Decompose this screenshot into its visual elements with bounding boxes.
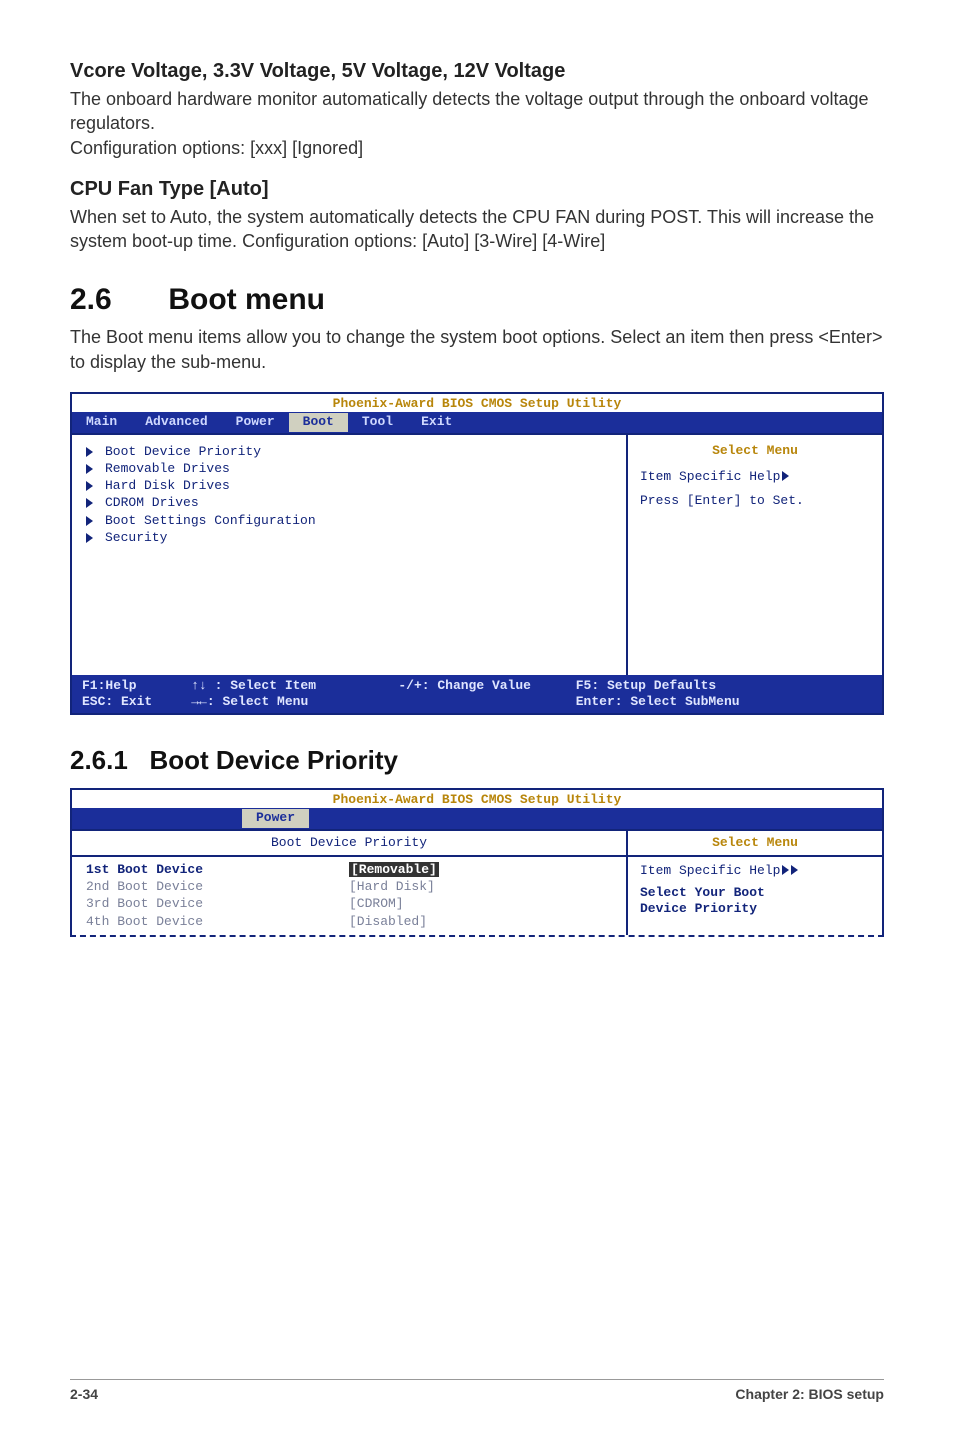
item-hard-disk-drives[interactable]: Hard Disk Drives: [86, 478, 612, 494]
row-label: 3rd Boot Device: [86, 896, 349, 912]
item-label: Security: [105, 530, 167, 546]
item-hint1: Select Your Boot: [640, 885, 870, 901]
arrow-icon: [86, 464, 93, 474]
item-boot-settings-config[interactable]: Boot Settings Configuration: [86, 513, 612, 529]
subsection-title: Boot Device Priority: [150, 745, 399, 775]
panel-title: Boot Device Priority: [72, 831, 626, 857]
subsection-heading: 2.6.1 Boot Device Priority: [70, 745, 884, 776]
row-label: 1st Boot Device: [86, 862, 349, 878]
chapter-label: Chapter 2: BIOS setup: [735, 1386, 884, 1402]
esc-exit: ESC: Exit: [82, 694, 152, 709]
arrow-icon: [86, 481, 93, 491]
f5-defaults: F5: Setup Defaults: [576, 678, 716, 693]
row-label: 2nd Boot Device: [86, 879, 349, 895]
row-2nd-boot[interactable]: 2nd Boot Device [Hard Disk]: [72, 879, 626, 895]
section-title: Boot menu: [168, 283, 325, 316]
item-label: Boot Device Priority: [105, 444, 261, 460]
select-menu-label: Select Menu: [640, 443, 870, 459]
arrow-icon: [782, 865, 789, 875]
bios1-right-panel: Select Menu Item Specific Help Press [En…: [628, 435, 882, 675]
item-boot-device-priority[interactable]: Boot Device Priority: [86, 444, 612, 460]
vcore-para: The onboard hardware monitor automatical…: [70, 87, 884, 160]
tab-boot[interactable]: Boot: [289, 413, 348, 431]
tab-tool[interactable]: Tool: [348, 413, 407, 431]
section-intro: The Boot menu items allow you to change …: [70, 325, 884, 374]
arrow-icon: [86, 533, 93, 543]
item-help-label: Item Specific Help: [640, 863, 870, 879]
bios1-footer: F1:Help ↑↓ : Select Item ESC: Exit →←: S…: [72, 675, 882, 714]
bios1-left-panel: Boot Device Priority Removable Drives Ha…: [72, 435, 628, 675]
cpufan-heading: CPU Fan Type [Auto]: [70, 178, 884, 201]
bios2-tabs: Power: [72, 808, 882, 828]
item-hint2: Device Priority: [640, 901, 870, 917]
change-value-hint: -/+: Change Value: [398, 678, 531, 693]
row-value: [CDROM]: [349, 896, 612, 912]
select-menu-label: Select Menu: [628, 831, 882, 857]
bios-boot-menu: Phoenix-Award BIOS CMOS Setup Utility Ma…: [70, 392, 884, 715]
arrow-icon: [782, 471, 789, 481]
vcore-text: The onboard hardware monitor automatical…: [70, 89, 869, 133]
enter-submenu: Enter: Select SubMenu: [576, 694, 740, 709]
select-item-hint: ↑↓ : Select Item: [191, 678, 316, 693]
row-value: [Disabled]: [349, 914, 612, 930]
row-1st-boot[interactable]: 1st Boot Device [Removable]: [72, 862, 626, 878]
bios2-title: Phoenix-Award BIOS CMOS Setup Utility: [72, 790, 882, 808]
item-cdrom-drives[interactable]: CDROM Drives: [86, 495, 612, 511]
row-3rd-boot[interactable]: 3rd Boot Device [CDROM]: [72, 896, 626, 912]
f1-help: F1:Help: [82, 678, 137, 693]
item-label: Hard Disk Drives: [105, 478, 230, 494]
bios-boot-device-priority: Phoenix-Award BIOS CMOS Setup Utility Po…: [70, 788, 884, 937]
page-num: 2-34: [70, 1386, 98, 1402]
tab-exit[interactable]: Exit: [407, 413, 466, 431]
section-num: 2.6: [70, 283, 160, 317]
item-label: Removable Drives: [105, 461, 230, 477]
item-label: CDROM Drives: [105, 495, 199, 511]
item-hint: Press [Enter] to Set.: [640, 493, 870, 509]
bios1-title: Phoenix-Award BIOS CMOS Setup Utility: [72, 394, 882, 412]
tab-advanced[interactable]: Advanced: [131, 413, 221, 431]
bios1-tabs: MainAdvancedPowerBootToolExit: [72, 412, 882, 432]
section-heading: 2.6 Boot menu: [70, 283, 884, 317]
row-value: [Hard Disk]: [349, 879, 612, 895]
cpufan-para: When set to Auto, the system automatical…: [70, 205, 884, 254]
arrow-icon: [791, 865, 798, 875]
item-removable-drives[interactable]: Removable Drives: [86, 461, 612, 477]
vcore-opts: Configuration options: [xxx] [Ignored]: [70, 138, 363, 158]
tab-main[interactable]: Main: [72, 413, 131, 431]
bios2-right-panel: Select Menu Item Specific Help Select Yo…: [628, 831, 882, 935]
arrow-icon: [86, 498, 93, 508]
row-label: 4th Boot Device: [86, 914, 349, 930]
tab-power[interactable]: Power: [222, 413, 289, 431]
item-label: Boot Settings Configuration: [105, 513, 316, 529]
subsection-num: 2.6.1: [70, 745, 128, 775]
tab-power[interactable]: Power: [242, 809, 309, 827]
row-4th-boot[interactable]: 4th Boot Device [Disabled]: [72, 914, 626, 930]
item-help-label: Item Specific Help: [640, 469, 870, 485]
row-value: [Removable]: [349, 862, 439, 877]
select-menu-hint: →←: Select Menu: [191, 694, 308, 709]
arrow-icon: [86, 447, 93, 457]
arrow-icon: [86, 516, 93, 526]
vcore-heading: Vcore Voltage, 3.3V Voltage, 5V Voltage,…: [70, 60, 884, 83]
page-footer: 2-34 Chapter 2: BIOS setup: [70, 1379, 884, 1402]
item-security[interactable]: Security: [86, 530, 612, 546]
